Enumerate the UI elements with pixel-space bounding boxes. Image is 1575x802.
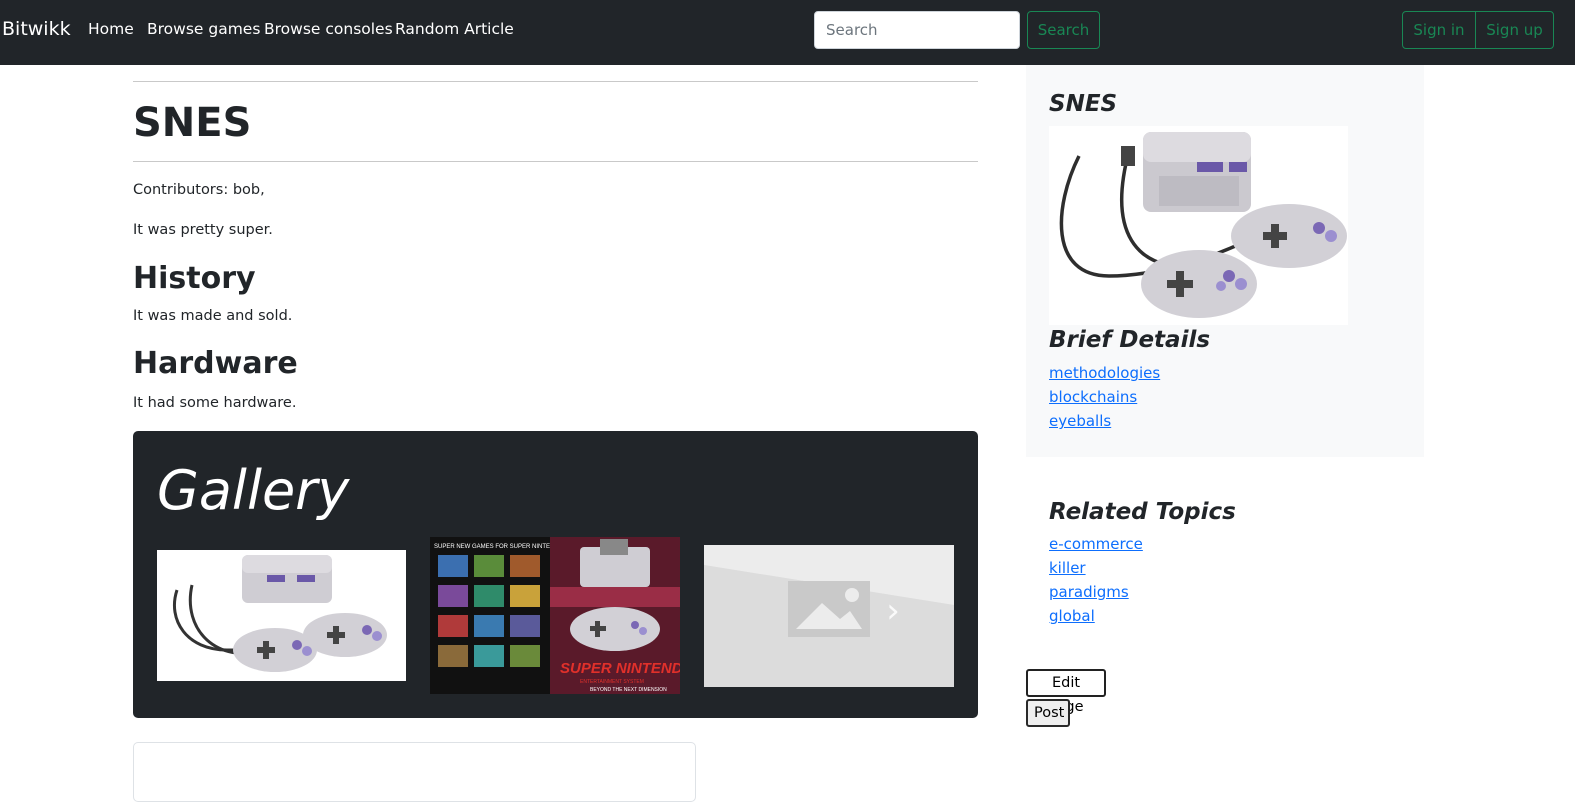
brief-details-heading: Brief Details: [1049, 327, 1211, 353]
comment-card: [133, 742, 696, 802]
carousel-next-icon[interactable]: ›: [878, 591, 908, 631]
related-link-global[interactable]: global: [1049, 607, 1095, 625]
hardware-text: It had some hardware.: [133, 395, 297, 411]
gallery-image-placeholder[interactable]: [704, 545, 954, 687]
poster-logo-text: SUPER NINTENDO: [560, 660, 680, 677]
nav-home[interactable]: Home: [88, 20, 134, 38]
poster-subtitle-text: ENTERTAINMENT SYSTEM: [580, 679, 644, 685]
edit-page-button[interactable]: Edit Page: [1026, 669, 1106, 715]
gallery-image-super-nintendo-ad[interactable]: SUPER NEW GAMES FOR SUPER NINTENDO SUPER…: [430, 537, 680, 694]
image-placeholder-icon: [704, 545, 954, 687]
gallery-image-snes-console[interactable]: [157, 550, 406, 681]
title-divider-bottom: [133, 161, 978, 162]
sign-in-button[interactable]: Sign in: [1402, 11, 1476, 49]
search-button[interactable]: Search: [1027, 11, 1100, 49]
gallery-carousel: Gallery SUPER NEW GAMES FOR SUPER NINTEN…: [133, 431, 978, 718]
brand-logo[interactable]: Bitwikk: [2, 18, 71, 40]
nav-browse-consoles[interactable]: Browse consoles: [264, 20, 393, 38]
sign-up-button[interactable]: Sign up: [1475, 11, 1554, 49]
poster-tagline-text: BEYOND THE NEXT DIMENSION: [590, 687, 667, 693]
snes-console-photo: [172, 555, 387, 672]
related-link-killer[interactable]: killer: [1049, 559, 1086, 577]
nav-browse-games[interactable]: Browse games: [147, 20, 260, 38]
sidebar-console-image: [1049, 126, 1348, 325]
brief-link-eyeballs[interactable]: eyeballs: [1049, 412, 1111, 430]
post-button[interactable]: Post: [1026, 699, 1070, 727]
snes-console-photo: [1059, 132, 1347, 318]
hardware-heading: Hardware: [133, 346, 298, 381]
related-link-paradigms[interactable]: paradigms: [1049, 583, 1129, 601]
brief-link-blockchains[interactable]: blockchains: [1049, 388, 1137, 406]
search-input[interactable]: [814, 11, 1020, 49]
related-link-e-commerce[interactable]: e-commerce: [1049, 535, 1143, 553]
top-navbar: Bitwikk Home Browse games Browse console…: [0, 0, 1575, 65]
title-divider-top: [133, 81, 978, 82]
gallery-title: Gallery: [157, 459, 350, 522]
super-nintendo-ad-photo: SUPER NEW GAMES FOR SUPER NINTENDO SUPER…: [430, 537, 680, 694]
sidebar-title: SNES: [1049, 91, 1118, 117]
nav-random-article[interactable]: Random Article: [395, 20, 514, 38]
related-topics-heading: Related Topics: [1049, 499, 1236, 525]
page-title: SNES: [133, 100, 252, 146]
history-heading: History: [133, 261, 256, 296]
poster-banner-text: SUPER NEW GAMES FOR SUPER NINTENDO: [434, 544, 564, 550]
contributors-text: Contributors: bob,: [133, 182, 265, 198]
brief-link-methodologies[interactable]: methodologies: [1049, 364, 1160, 382]
intro-text: It was pretty super.: [133, 222, 273, 238]
history-text: It was made and sold.: [133, 308, 293, 324]
